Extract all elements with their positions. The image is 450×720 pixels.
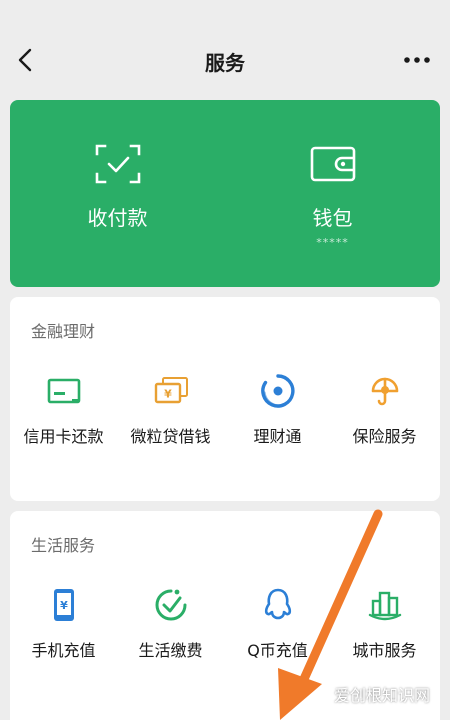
svg-text:¥: ¥	[164, 388, 172, 401]
wallet-icon	[310, 146, 355, 182]
wallet-balance-masked: *****	[316, 236, 349, 249]
city-service-icon	[368, 591, 401, 621]
page-title: 服务	[205, 51, 245, 75]
svg-text:¥: ¥	[60, 599, 68, 612]
receive-pay-button[interactable]: 收付款	[10, 100, 225, 287]
wallet-label: 钱包	[312, 206, 353, 230]
insurance-label: 保险服务	[352, 427, 417, 446]
more-button[interactable]	[402, 50, 432, 70]
insurance-button[interactable]: 保险服务	[331, 367, 438, 457]
loan-icon: ¥	[154, 377, 188, 404]
life-section-title: 生活服务	[31, 536, 96, 555]
qq-coin-button[interactable]: Q币充值	[224, 581, 331, 671]
wallet-button[interactable]: 钱包 *****	[225, 100, 440, 287]
weilidai-loan-button[interactable]: ¥ 微粒贷借钱	[117, 367, 224, 457]
qq-coin-label: Q币充值	[247, 641, 308, 660]
credit-card-icon	[47, 378, 80, 404]
phone-recharge-label: 手机充值	[31, 641, 96, 660]
city-service-label: 城市服务	[352, 641, 417, 660]
phone-recharge-icon: ¥	[53, 589, 74, 621]
more-dots-icon	[404, 57, 430, 63]
scan-pay-icon	[95, 144, 140, 184]
licaitong-label: 理财通	[253, 427, 302, 446]
insurance-icon	[371, 377, 398, 406]
bill-pay-label: 生活缴费	[138, 641, 203, 660]
finance-section: 金融理财 信用卡还款 ¥ 微粒贷借钱 理财通 保险服务	[10, 297, 440, 501]
watermark: 爱创根知识网	[333, 686, 430, 705]
licaitong-button[interactable]: 理财通	[224, 367, 331, 457]
wallet-card: 收付款 钱包 *****	[10, 100, 440, 287]
city-service-button[interactable]: 城市服务	[331, 581, 438, 671]
bill-pay-icon	[155, 589, 186, 621]
phone-recharge-button[interactable]: ¥ 手机充值	[10, 581, 117, 671]
top-bar: 服务	[0, 0, 450, 96]
weilidai-loan-label: 微粒贷借钱	[130, 427, 211, 446]
qq-coin-icon	[264, 588, 291, 620]
receive-pay-label: 收付款	[87, 206, 148, 230]
credit-card-repay-label: 信用卡还款	[23, 427, 104, 446]
finance-section-title: 金融理财	[31, 322, 96, 341]
bill-pay-button[interactable]: 生活缴费	[117, 581, 224, 671]
credit-card-repay-button[interactable]: 信用卡还款	[10, 367, 117, 457]
wealth-icon	[260, 374, 295, 408]
